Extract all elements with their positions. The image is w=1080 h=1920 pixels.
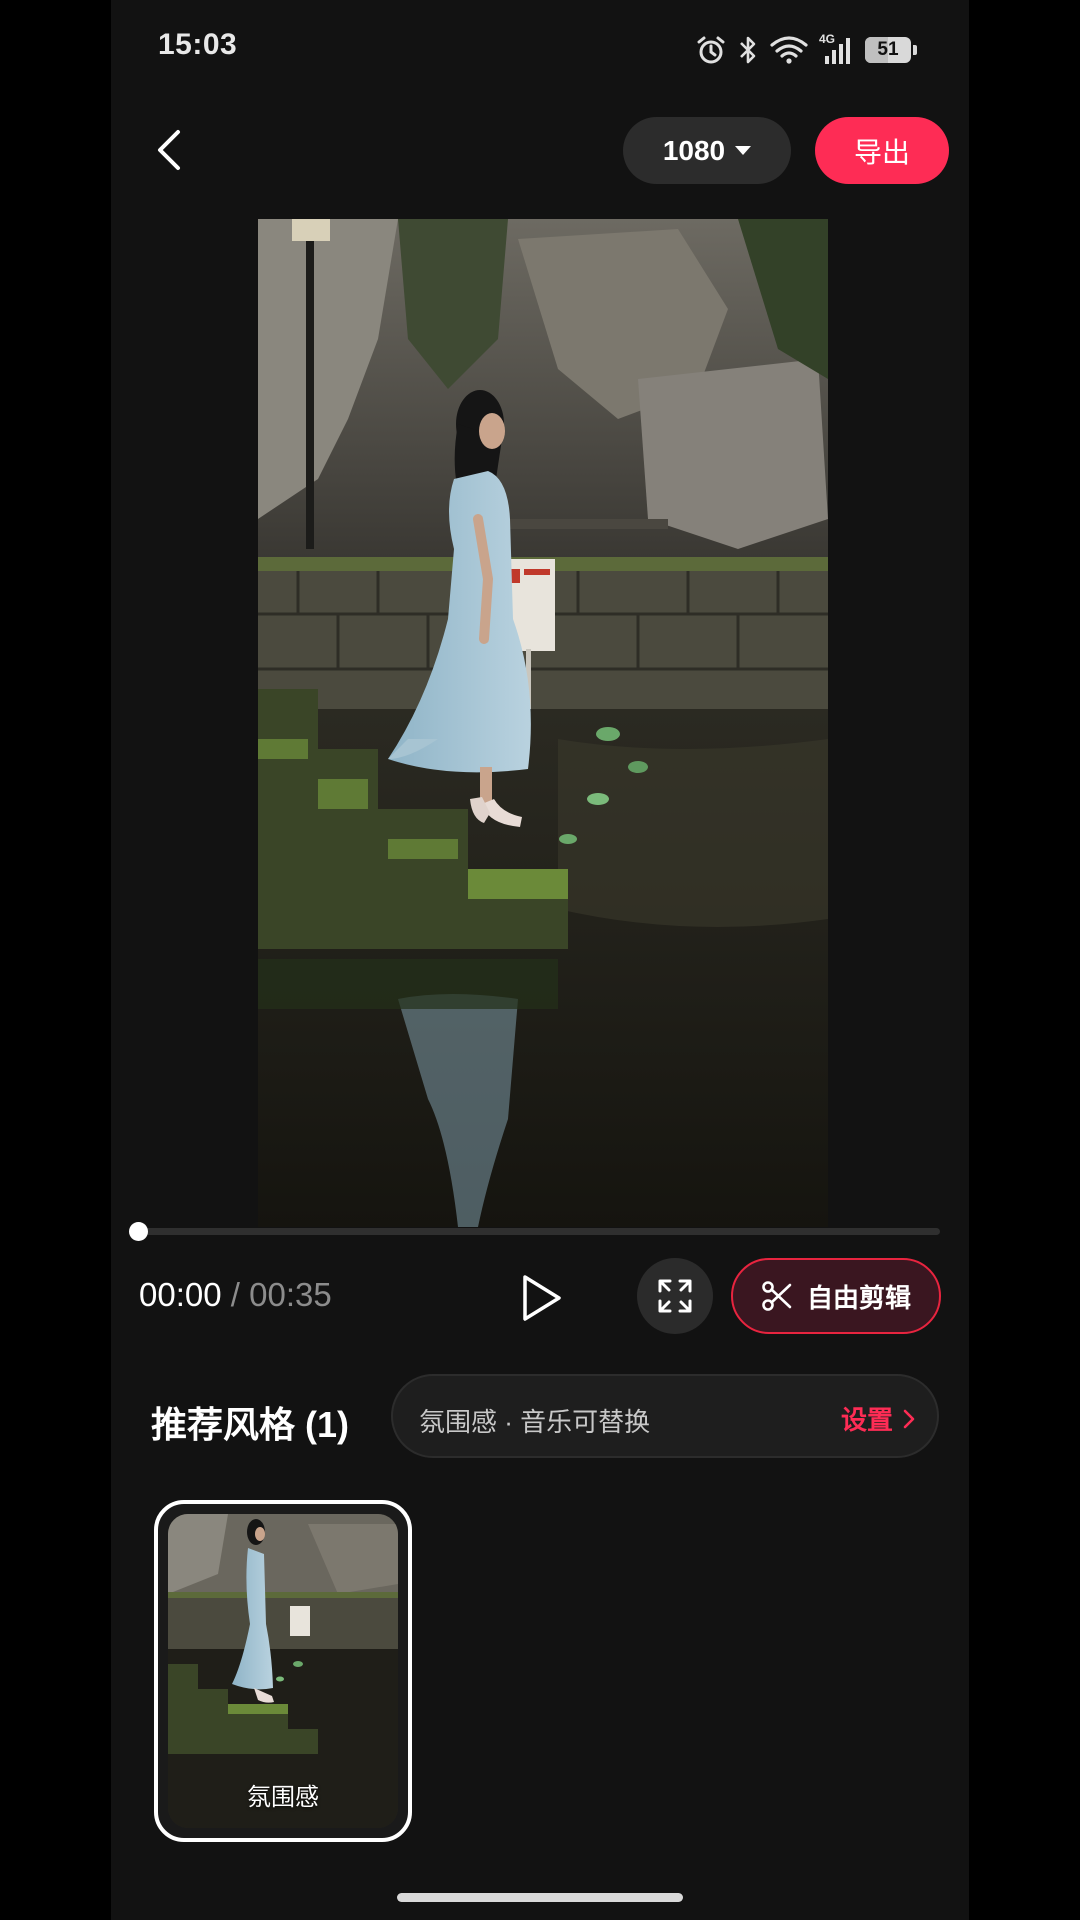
status-bar: 15:03 4G 51 bbox=[111, 0, 969, 100]
fullscreen-button[interactable] bbox=[637, 1258, 713, 1334]
resolution-dropdown[interactable]: 1080 bbox=[623, 117, 791, 184]
time-separator: / bbox=[221, 1276, 250, 1313]
scissors-icon bbox=[762, 1281, 792, 1311]
time-display: 00:00 / 00:35 bbox=[139, 1276, 332, 1314]
style-card-label: 氛围感 bbox=[247, 1784, 319, 1811]
alarm-icon bbox=[697, 36, 725, 64]
play-button[interactable] bbox=[511, 1268, 571, 1328]
free-edit-label: 自由剪辑 bbox=[806, 1282, 911, 1313]
free-edit-button[interactable]: 自由剪辑 bbox=[731, 1258, 941, 1334]
settings-link[interactable]: 设置 bbox=[841, 1400, 915, 1437]
video-frame-image bbox=[258, 219, 828, 1227]
settings-label: 设置 bbox=[840, 1405, 893, 1435]
style-card[interactable]: 氛围感 bbox=[154, 1500, 412, 1842]
style-info-bar[interactable]: 氛围感 · 音乐可替换 设置 bbox=[391, 1374, 939, 1458]
section-title: 推荐风格 (1) bbox=[151, 1404, 350, 1445]
battery-level: 51 bbox=[877, 39, 899, 60]
fullscreen-icon bbox=[658, 1279, 692, 1313]
back-button[interactable] bbox=[139, 120, 199, 180]
battery-icon: 51 bbox=[865, 37, 917, 63]
resolution-value: 1080 bbox=[662, 134, 726, 166]
status-icons: 4G 51 bbox=[695, 30, 917, 70]
home-indicator[interactable] bbox=[397, 1893, 683, 1902]
video-preview[interactable] bbox=[258, 219, 828, 1227]
caret-down-icon bbox=[735, 146, 752, 155]
progress-handle[interactable] bbox=[129, 1222, 148, 1241]
progress-track[interactable] bbox=[140, 1228, 940, 1235]
export-button[interactable]: 导出 bbox=[815, 117, 949, 184]
chevron-right-icon bbox=[903, 1409, 915, 1428]
total-time: 00:35 bbox=[249, 1276, 332, 1313]
app-screen: 15:03 4G 51 1080 导出 00:00 / 00:35 自由剪辑 推… bbox=[111, 0, 969, 1920]
style-description: 氛围感 · 音乐可替换 bbox=[419, 1407, 651, 1437]
current-time: 00:00 bbox=[139, 1276, 222, 1313]
status-time: 15:03 bbox=[158, 28, 238, 61]
bluetooth-icon bbox=[740, 36, 756, 64]
signal-icon: 4G bbox=[819, 32, 855, 66]
play-icon bbox=[523, 1275, 561, 1321]
chevron-left-icon bbox=[158, 130, 180, 170]
wifi-icon bbox=[770, 36, 808, 64]
